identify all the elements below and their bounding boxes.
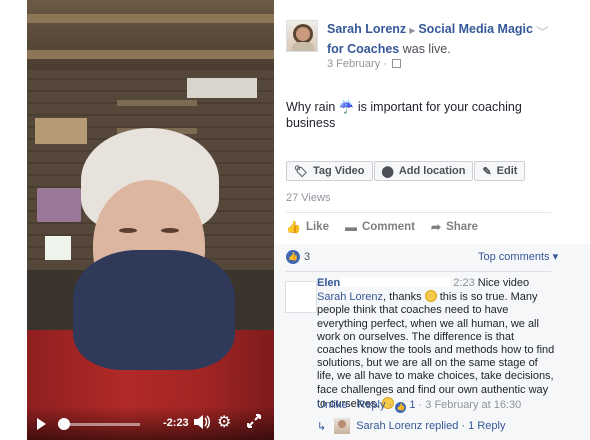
play-icon[interactable] bbox=[37, 418, 46, 430]
progress-knob[interactable] bbox=[58, 418, 70, 430]
reply-author-name: Sarah Lorenz bbox=[356, 420, 423, 432]
unlike-link[interactable]: Unlike bbox=[317, 399, 348, 411]
comment-button[interactable]: ▬ Comment bbox=[345, 220, 415, 234]
time-remaining: -2:23 bbox=[163, 417, 189, 429]
post-meta: 3 February · bbox=[327, 58, 401, 70]
reply-arrow-icon: ↳ bbox=[317, 420, 327, 433]
post-action-text: was live. bbox=[402, 42, 451, 56]
share-label: Share bbox=[446, 221, 479, 233]
reply-count-link[interactable]: 1 Reply bbox=[468, 420, 505, 432]
like-reaction-icon: 👍 bbox=[286, 250, 300, 264]
comment-actions: Unlike · Reply · 👍 1 · 3 February at 16:… bbox=[317, 399, 521, 413]
mention-link[interactable]: Sarah Lorenz bbox=[317, 291, 383, 303]
pencil-icon: ✎ bbox=[482, 165, 492, 178]
reply-author-avatar bbox=[334, 418, 351, 434]
video-controls: -2:23 ⚙ bbox=[27, 406, 274, 440]
comment-text-thanks: , thanks bbox=[383, 291, 422, 304]
comment-video-time[interactable]: 2:23 bbox=[453, 277, 474, 289]
gear-icon[interactable]: ⚙ bbox=[217, 412, 231, 432]
replies-summary[interactable]: ↳ Sarah Lorenz replied · 1 Reply bbox=[317, 418, 505, 434]
post-actions: 👍 Like ▬ Comment ➦ Share bbox=[286, 220, 494, 234]
video-frame-crate bbox=[37, 188, 81, 222]
divider bbox=[286, 212, 551, 213]
reply-action-text: replied bbox=[425, 420, 459, 432]
edit-button[interactable]: ✎ Edit bbox=[474, 161, 526, 181]
video-frame-eye bbox=[161, 228, 179, 233]
comment-sort-label: Top comments bbox=[478, 251, 550, 263]
comment: Elen 2:23 Nice video Sarah Lorenz, thank… bbox=[317, 277, 557, 411]
share-icon: ➦ bbox=[431, 220, 442, 234]
roof-beam bbox=[27, 14, 274, 23]
audience-icon[interactable] bbox=[392, 59, 401, 68]
meta-separator: · bbox=[383, 58, 387, 70]
comment-timestamp[interactable]: 3 February at 16:30 bbox=[425, 399, 521, 411]
separator: · bbox=[418, 399, 423, 411]
progress-track[interactable] bbox=[60, 423, 140, 426]
fullscreen-icon[interactable] bbox=[246, 413, 262, 432]
comment-reaction-count[interactable]: 1 bbox=[409, 399, 415, 411]
tag-video-button[interactable]: 🏷 Tag Video bbox=[286, 161, 373, 181]
author-name-link[interactable]: Sarah Lorenz bbox=[327, 22, 406, 36]
avatar-body bbox=[292, 42, 314, 51]
separator: · bbox=[388, 399, 393, 411]
status-text-start: Why rain bbox=[286, 100, 336, 114]
location-pin-icon: ⬤ bbox=[381, 165, 394, 178]
tag-video-label: Tag Video bbox=[312, 165, 365, 177]
divider bbox=[286, 271, 551, 272]
comments-section: 👍 3 Top comments ▾ Elen 2:23 Nice video … bbox=[274, 244, 590, 440]
view-count: 27 Views bbox=[286, 192, 331, 204]
video-frame-roof bbox=[27, 0, 274, 70]
video-tag-bar: 🏷 Tag Video ⬤ Add location ✎ Edit bbox=[286, 161, 526, 181]
commenter-avatar[interactable] bbox=[285, 281, 317, 313]
live-video-player[interactable]: -2:23 ⚙ bbox=[27, 0, 274, 440]
add-location-button[interactable]: ⬤ Add location bbox=[373, 161, 474, 181]
like-button[interactable]: 👍 Like bbox=[286, 220, 329, 234]
separator: · bbox=[461, 420, 466, 432]
umbrella-icon: ☔ bbox=[338, 100, 355, 114]
arrow-right-icon: ▶ bbox=[409, 26, 416, 35]
video-frame-scarf bbox=[73, 250, 235, 370]
smile-emoji-icon bbox=[424, 290, 437, 303]
separator: · bbox=[350, 399, 355, 411]
tag-icon: 🏷 bbox=[294, 165, 308, 178]
video-pane: -2:23 ⚙ bbox=[0, 0, 274, 440]
video-frame-eye bbox=[119, 228, 137, 233]
thumbs-up-icon: 👍 bbox=[286, 220, 301, 234]
comment-text-body: this is so true. Many people think that … bbox=[317, 291, 555, 410]
chevron-down-icon[interactable]: ﹀ bbox=[536, 22, 549, 41]
reactions-summary[interactable]: 👍 3 bbox=[286, 250, 310, 264]
video-frame-light bbox=[187, 78, 257, 98]
video-frame-box bbox=[35, 118, 87, 144]
like-count: 3 bbox=[304, 251, 311, 263]
like-label: Like bbox=[305, 221, 329, 233]
redacted-name bbox=[340, 277, 451, 287]
video-frame-shelf bbox=[117, 100, 197, 106]
comment-label: Comment bbox=[361, 221, 415, 233]
video-frame-bucket bbox=[45, 236, 71, 260]
edit-label: Edit bbox=[496, 165, 518, 177]
reply-link[interactable]: Reply bbox=[357, 399, 385, 411]
volume-icon[interactable] bbox=[193, 414, 211, 433]
avatar-head bbox=[296, 27, 310, 41]
share-button[interactable]: ➦ Share bbox=[431, 220, 478, 234]
caret-down-icon: ▾ bbox=[549, 251, 559, 263]
add-location-label: Add location bbox=[398, 165, 466, 177]
roof-beam bbox=[27, 50, 274, 59]
comment-text-start: Nice video bbox=[477, 277, 530, 289]
commenter-name-link[interactable]: Elen bbox=[317, 277, 340, 289]
post-status-text: Why rain ☔ is important for your coachin… bbox=[286, 99, 526, 131]
comment-icon: ▬ bbox=[344, 220, 357, 234]
comment-sort-dropdown[interactable]: Top comments ▾ bbox=[478, 250, 558, 263]
post-header: Sarah Lorenz ▶ Social Media Magic for Coac… bbox=[327, 20, 542, 59]
comment-like-icon: 👍 bbox=[395, 402, 407, 413]
post-date-link[interactable]: 3 February bbox=[327, 58, 380, 70]
author-avatar[interactable] bbox=[286, 20, 318, 52]
post-panel: Sarah Lorenz ▶ Social Media Magic for Coac… bbox=[274, 0, 590, 440]
